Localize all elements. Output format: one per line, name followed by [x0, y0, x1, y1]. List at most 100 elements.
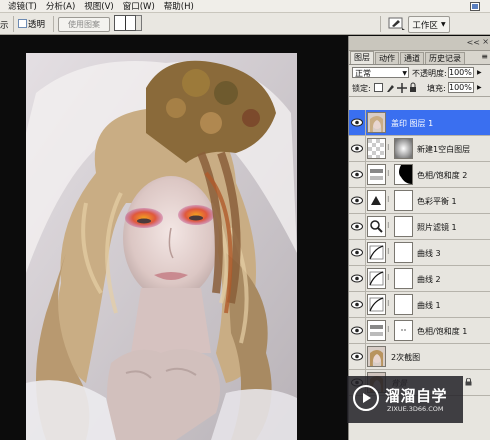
layer-row-curves1[interactable]: ⁝ 曲线 1	[349, 292, 490, 318]
lock-label: 锁定:	[352, 84, 371, 93]
tab-layers[interactable]: 图层	[350, 51, 374, 64]
chevron-down-icon: ▼	[402, 70, 407, 77]
eye-icon[interactable]	[351, 352, 363, 361]
lock-all-icon[interactable]	[409, 82, 417, 93]
layer-thumbnail	[367, 138, 386, 159]
lock-row: 锁定: 填充: 100% ▶	[349, 81, 490, 97]
layer-thumbnail	[367, 112, 386, 133]
layer-name: 曲线 3	[417, 249, 441, 258]
pattern-swatch[interactable]	[114, 15, 136, 31]
watermark-url: ZIXUE.3D66.COM	[387, 405, 444, 413]
brush-preset-icon[interactable]	[388, 16, 406, 31]
fill-field[interactable]: 100%	[448, 82, 474, 93]
eye-icon[interactable]	[351, 118, 363, 127]
curves-icon	[367, 294, 386, 315]
layer-row-screenshot2[interactable]: 2次截图	[349, 344, 490, 370]
portrait-image	[26, 53, 297, 440]
eye-icon[interactable]	[351, 300, 363, 309]
transparent-label: 透明	[28, 20, 46, 30]
layer-row-blank[interactable]: ⁝ 新建1空白图层	[349, 136, 490, 162]
layer-mask-thumbnail	[394, 190, 413, 211]
layer-name: 曲线 2	[417, 275, 441, 284]
layer-row-hue2[interactable]: ⁝ 色相/饱和度 2	[349, 162, 490, 188]
layer-mask-thumbnail	[394, 268, 413, 289]
layer-name: 2次截图	[391, 353, 421, 362]
layer-mask-thumbnail	[394, 242, 413, 263]
document-canvas[interactable]	[0, 36, 348, 440]
link-icon: ⁝	[387, 169, 390, 178]
eye-icon[interactable]	[351, 222, 363, 231]
tab-history[interactable]: 历史记录	[425, 52, 465, 64]
fill-dropdown-icon[interactable]: ▶	[477, 84, 482, 91]
options-fragment: 示	[0, 21, 9, 31]
link-icon: ⁝	[387, 299, 390, 308]
menu-window[interactable]: 窗口(W)	[123, 0, 155, 12]
eye-icon[interactable]	[351, 144, 363, 153]
menu-view[interactable]: 视图(V)	[84, 0, 113, 12]
layer-row-photofilter[interactable]: ⁝ 照片滤镜 1	[349, 214, 490, 240]
collapse-panel-button[interactable]: <<	[467, 38, 480, 47]
layer-name: 曲线 1	[417, 301, 441, 310]
curves-icon	[367, 242, 386, 263]
layer-divider	[365, 266, 366, 291]
menu-filter[interactable]: 滤镜(T)	[8, 0, 37, 12]
watermark-logo: 溜溜自学 ZIXUE.3D66.COM	[347, 376, 463, 423]
link-icon: ⁝	[387, 247, 390, 256]
menu-help[interactable]: 帮助(H)	[164, 0, 194, 12]
lock-position-icon[interactable]	[397, 83, 407, 93]
menu-analysis[interactable]: 分析(A)	[46, 0, 75, 12]
layer-divider	[365, 344, 366, 369]
tab-actions[interactable]: 动作	[375, 52, 399, 64]
layer-mask-thumbnail	[394, 294, 413, 315]
layer-name: 盖印 图层 1	[391, 119, 434, 128]
eye-icon[interactable]	[351, 274, 363, 283]
layer-divider	[365, 240, 366, 265]
watermark-brand: 溜溜自学	[385, 387, 448, 405]
curves-icon	[367, 268, 386, 289]
blend-row: 正常 ▼ 不透明度: 100% ▶	[349, 65, 490, 81]
layer-mask-thumbnail	[394, 164, 413, 185]
layer-divider	[365, 136, 366, 161]
layer-row-hue1[interactable]: ⁝ 色相/饱和度 1	[349, 318, 490, 344]
close-panel-button[interactable]: ×	[482, 37, 489, 46]
transparent-checkbox[interactable]	[18, 19, 27, 28]
eye-icon[interactable]	[351, 196, 363, 205]
link-icon: ⁝	[387, 221, 390, 230]
opacity-dropdown-icon[interactable]: ▶	[477, 69, 482, 76]
lock-image-icon[interactable]	[386, 83, 395, 93]
pattern-dropdown[interactable]	[136, 15, 142, 31]
link-icon: ⁝	[387, 325, 390, 334]
opacity-field[interactable]: 100%	[448, 67, 474, 78]
options-divider	[13, 16, 14, 32]
lock-transparent-icon[interactable]	[374, 83, 383, 92]
panel-menu-icon[interactable]: ≡	[481, 52, 488, 61]
tab-channels[interactable]: 通道	[400, 52, 424, 64]
eye-icon[interactable]	[351, 170, 363, 179]
layer-row-curves2[interactable]: ⁝ 曲线 2	[349, 266, 490, 292]
eye-icon[interactable]	[351, 248, 363, 257]
layer-divider	[365, 292, 366, 317]
blend-mode-select[interactable]: 正常 ▼	[352, 67, 409, 78]
layer-thumbnail	[367, 346, 386, 367]
layer-divider	[365, 318, 366, 343]
layer-divider	[365, 188, 366, 213]
color-balance-icon	[367, 190, 386, 211]
options-bar: 示 透明 使用图案 工作区 ▼	[0, 13, 490, 35]
layer-name: 照片滤镜 1	[417, 223, 457, 232]
link-icon: ⁝	[387, 143, 390, 152]
lock-icon	[465, 378, 472, 386]
document-photo	[26, 53, 297, 440]
hue-saturation-icon	[367, 320, 386, 341]
fill-label: 填充:	[427, 84, 446, 93]
use-pattern-button[interactable]: 使用图案	[58, 17, 110, 32]
layer-row-curves3[interactable]: ⁝ 曲线 3	[349, 240, 490, 266]
blend-mode-value: 正常	[355, 69, 371, 78]
workspace-button[interactable]: 工作区 ▼	[408, 16, 450, 33]
panel-titlebar: << ×	[349, 36, 490, 51]
layer-row-colorbalance[interactable]: ⁝ 色彩平衡 1	[349, 188, 490, 214]
options-divider	[53, 16, 54, 32]
layer-mask-thumbnail	[394, 216, 413, 237]
chevron-down-icon: ▼	[440, 21, 446, 28]
eye-icon[interactable]	[351, 326, 363, 335]
layer-row-stamp[interactable]: 盖印 图层 1	[349, 110, 490, 136]
